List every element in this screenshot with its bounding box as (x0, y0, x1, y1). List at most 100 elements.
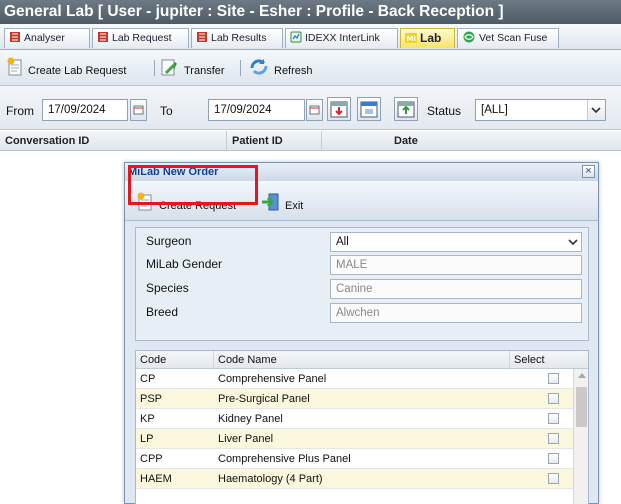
status-select-value: [ALL] (481, 104, 508, 116)
table-row[interactable]: PSP Pre-Surgical Panel (136, 389, 573, 409)
filter-bar: From 17/09/2024 To 17/09/2024 Status [AL… (0, 86, 621, 130)
calendar-up-button[interactable] (394, 97, 418, 121)
interlink-icon (290, 31, 302, 48)
row-select-checkbox[interactable] (548, 373, 559, 384)
toolbar-separator (154, 60, 155, 76)
from-date-input[interactable]: 17/09/2024 (42, 99, 128, 121)
tab-idexx-interlink[interactable]: IDEXX InterLink (285, 28, 398, 48)
tab-lab-request-label: Lab Request (112, 32, 172, 44)
column-conversation-id[interactable]: Conversation ID (0, 131, 227, 151)
tab-lab-request[interactable]: Lab Request (92, 28, 189, 48)
breed-field: Alwchen (330, 303, 582, 323)
calendar-small-icon (309, 105, 320, 115)
main-toolbar: Create Lab Request Transfer Refresh (0, 50, 621, 86)
surgeon-select-value: All (336, 236, 349, 248)
tab-milab[interactable]: Mi Lab (400, 28, 455, 48)
patient-form: Surgeon All MiLab Gender MALE Species Ca… (135, 227, 589, 341)
milab-logo-icon: Mi (405, 32, 417, 48)
new-document-icon (6, 57, 24, 85)
table-scrollbar[interactable] (573, 369, 588, 504)
table-row[interactable]: HAEM Haematology (4 Part) (136, 469, 573, 489)
svg-text:Mi: Mi (407, 35, 416, 43)
scroll-thumb[interactable] (576, 387, 587, 427)
create-lab-request-button[interactable]: Create Lab Request (6, 57, 126, 79)
tab-vet-scan-fuse[interactable]: Vet Scan Fuse (457, 28, 559, 48)
breed-label: Breed (146, 305, 179, 319)
tab-lab-results[interactable]: Lab Results (191, 28, 283, 48)
row-select-checkbox[interactable] (548, 433, 559, 444)
to-label: To (160, 104, 173, 118)
transfer-button[interactable]: Transfer (160, 57, 225, 79)
refresh-button[interactable]: Refresh (248, 57, 313, 79)
tab-analyser[interactable]: Analyser (4, 28, 90, 48)
table-row[interactable]: CP Comprehensive Panel (136, 369, 573, 389)
exit-icon (260, 192, 280, 220)
row-code-name: Liver Panel (218, 433, 274, 445)
highlight-box (128, 165, 258, 205)
refresh-label: Refresh (274, 64, 313, 77)
conversation-grid-header: Conversation ID Patient ID Date (0, 131, 621, 151)
calendar-small-icon (133, 105, 144, 115)
lab-request-icon (97, 31, 109, 48)
tab-lab-results-label: Lab Results (211, 32, 267, 44)
transfer-label: Transfer (184, 64, 225, 77)
from-label: From (6, 104, 34, 118)
row-select-checkbox[interactable] (548, 393, 559, 404)
exit-button[interactable]: Exit (260, 192, 303, 214)
refresh-icon (248, 57, 270, 85)
row-code-name: Haematology (4 Part) (218, 473, 323, 485)
calendar-down-icon (330, 101, 348, 118)
chevron-down-icon (565, 233, 581, 251)
tab-vet-scan-fuse-label: Vet Scan Fuse (479, 32, 548, 44)
table-row[interactable]: LP Liver Panel (136, 429, 573, 449)
column-select[interactable]: Select (510, 351, 588, 369)
status-select[interactable]: [ALL] (475, 99, 606, 121)
transfer-icon (160, 57, 180, 85)
module-tabs: Analyser Lab Request Lab Results IDEXX I… (0, 24, 621, 50)
surgeon-select[interactable]: All (330, 232, 582, 252)
calendar-icon (360, 101, 378, 118)
species-label: Species (146, 281, 189, 295)
row-code: PSP (140, 393, 163, 405)
row-select-checkbox[interactable] (548, 453, 559, 464)
status-label: Status (427, 104, 462, 118)
test-code-table: Code Code Name Select CP Comprehensive P… (135, 350, 589, 504)
row-select-checkbox[interactable] (548, 473, 559, 484)
row-code: CP (140, 373, 156, 385)
row-code-name: Pre-Surgical Panel (218, 393, 310, 405)
row-code-name: Kidney Panel (218, 413, 283, 425)
calendar-up-icon (397, 101, 415, 118)
window-title: General Lab [ User - jupiter : Site - Es… (0, 0, 621, 24)
tab-idexx-interlink-label: IDEXX InterLink (305, 32, 380, 44)
table-row[interactable]: KP Kidney Panel (136, 409, 573, 429)
species-field: Canine (330, 279, 582, 299)
exit-label: Exit (285, 199, 304, 212)
tab-milab-label: Lab (420, 31, 442, 45)
close-icon: × (585, 165, 592, 177)
row-code: CPP (140, 453, 163, 465)
column-code[interactable]: Code (136, 351, 214, 369)
from-date-picker-button[interactable] (130, 99, 147, 121)
to-date-picker-button[interactable] (306, 99, 323, 121)
close-button[interactable]: × (582, 165, 595, 178)
calendar-today-button[interactable] (357, 97, 381, 121)
scroll-up-icon[interactable] (578, 373, 586, 378)
column-code-name[interactable]: Code Name (214, 351, 510, 369)
to-date-input[interactable]: 17/09/2024 (208, 99, 305, 121)
lab-results-icon (196, 31, 208, 48)
chevron-down-icon (587, 100, 605, 120)
row-code: LP (140, 433, 154, 445)
surgeon-label: Surgeon (146, 234, 192, 248)
calendar-down-button[interactable] (327, 97, 351, 121)
toolbar-separator (240, 60, 241, 76)
row-code: HAEM (140, 473, 172, 485)
analyser-icon (9, 31, 21, 48)
milab-new-order-dialog: MiLab New Order × Create Request Exit Su… (124, 162, 599, 504)
row-code-name: Comprehensive Plus Panel (218, 453, 351, 465)
table-row[interactable]: CPP Comprehensive Plus Panel (136, 449, 573, 469)
table-header: Code Code Name Select (136, 351, 588, 369)
column-date[interactable]: Date (389, 131, 509, 151)
create-lab-request-label: Create Lab Request (28, 64, 127, 77)
column-patient-id[interactable]: Patient ID (227, 131, 322, 151)
row-select-checkbox[interactable] (548, 413, 559, 424)
